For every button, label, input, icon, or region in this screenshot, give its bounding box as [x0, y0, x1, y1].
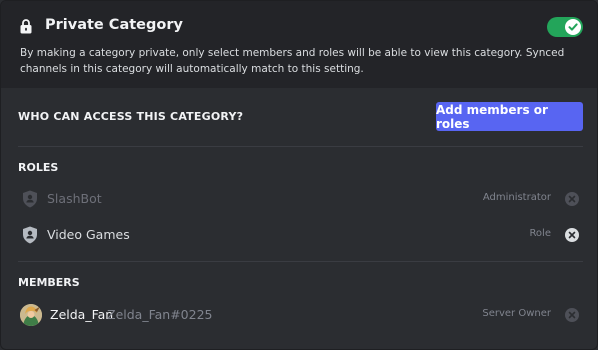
add-members-or-roles-button[interactable]: Add members or roles — [436, 102, 583, 131]
role-tag: Role — [529, 228, 551, 239]
remove-role-button[interactable] — [565, 228, 579, 242]
page-title: Private Category — [45, 17, 183, 33]
member-row-zelda-fan: Zelda_Fan Zelda_Fan#0225 Server Owner — [1, 300, 597, 330]
toggle-knob — [565, 19, 581, 35]
role-shield-icon — [22, 226, 38, 244]
lock-icon — [20, 19, 32, 34]
role-row-video-games: Video Games Role — [1, 220, 597, 250]
role-row-slashbot: SlashBot Administrator — [1, 184, 597, 214]
close-icon — [568, 311, 576, 319]
role-name: Video Games — [47, 227, 130, 242]
role-shield-icon — [22, 190, 38, 208]
member-display-name: Zelda_Fan — [50, 307, 114, 322]
divider — [18, 261, 583, 262]
member-username: Zelda_Fan#0225 — [107, 307, 213, 322]
roles-section-label: ROLES — [18, 161, 59, 174]
role-tag: Administrator — [482, 192, 551, 203]
member-tag: Server Owner — [482, 308, 551, 319]
divider — [18, 146, 583, 147]
private-category-header: Private Category By making a category pr… — [1, 1, 597, 88]
members-section-label: MEMBERS — [18, 276, 80, 289]
close-icon — [568, 231, 576, 239]
private-category-toggle[interactable] — [547, 17, 583, 37]
private-category-description: By making a category private, only selec… — [20, 47, 565, 75]
avatar — [20, 304, 42, 326]
category-permissions-panel: Private Category By making a category pr… — [0, 0, 598, 350]
access-heading: WHO CAN ACCESS THIS CATEGORY? — [18, 110, 244, 123]
role-name: SlashBot — [47, 191, 102, 206]
remove-member-button — [565, 308, 579, 322]
close-icon — [568, 195, 576, 203]
remove-role-button — [565, 192, 579, 206]
checkmark-icon — [568, 23, 578, 31]
